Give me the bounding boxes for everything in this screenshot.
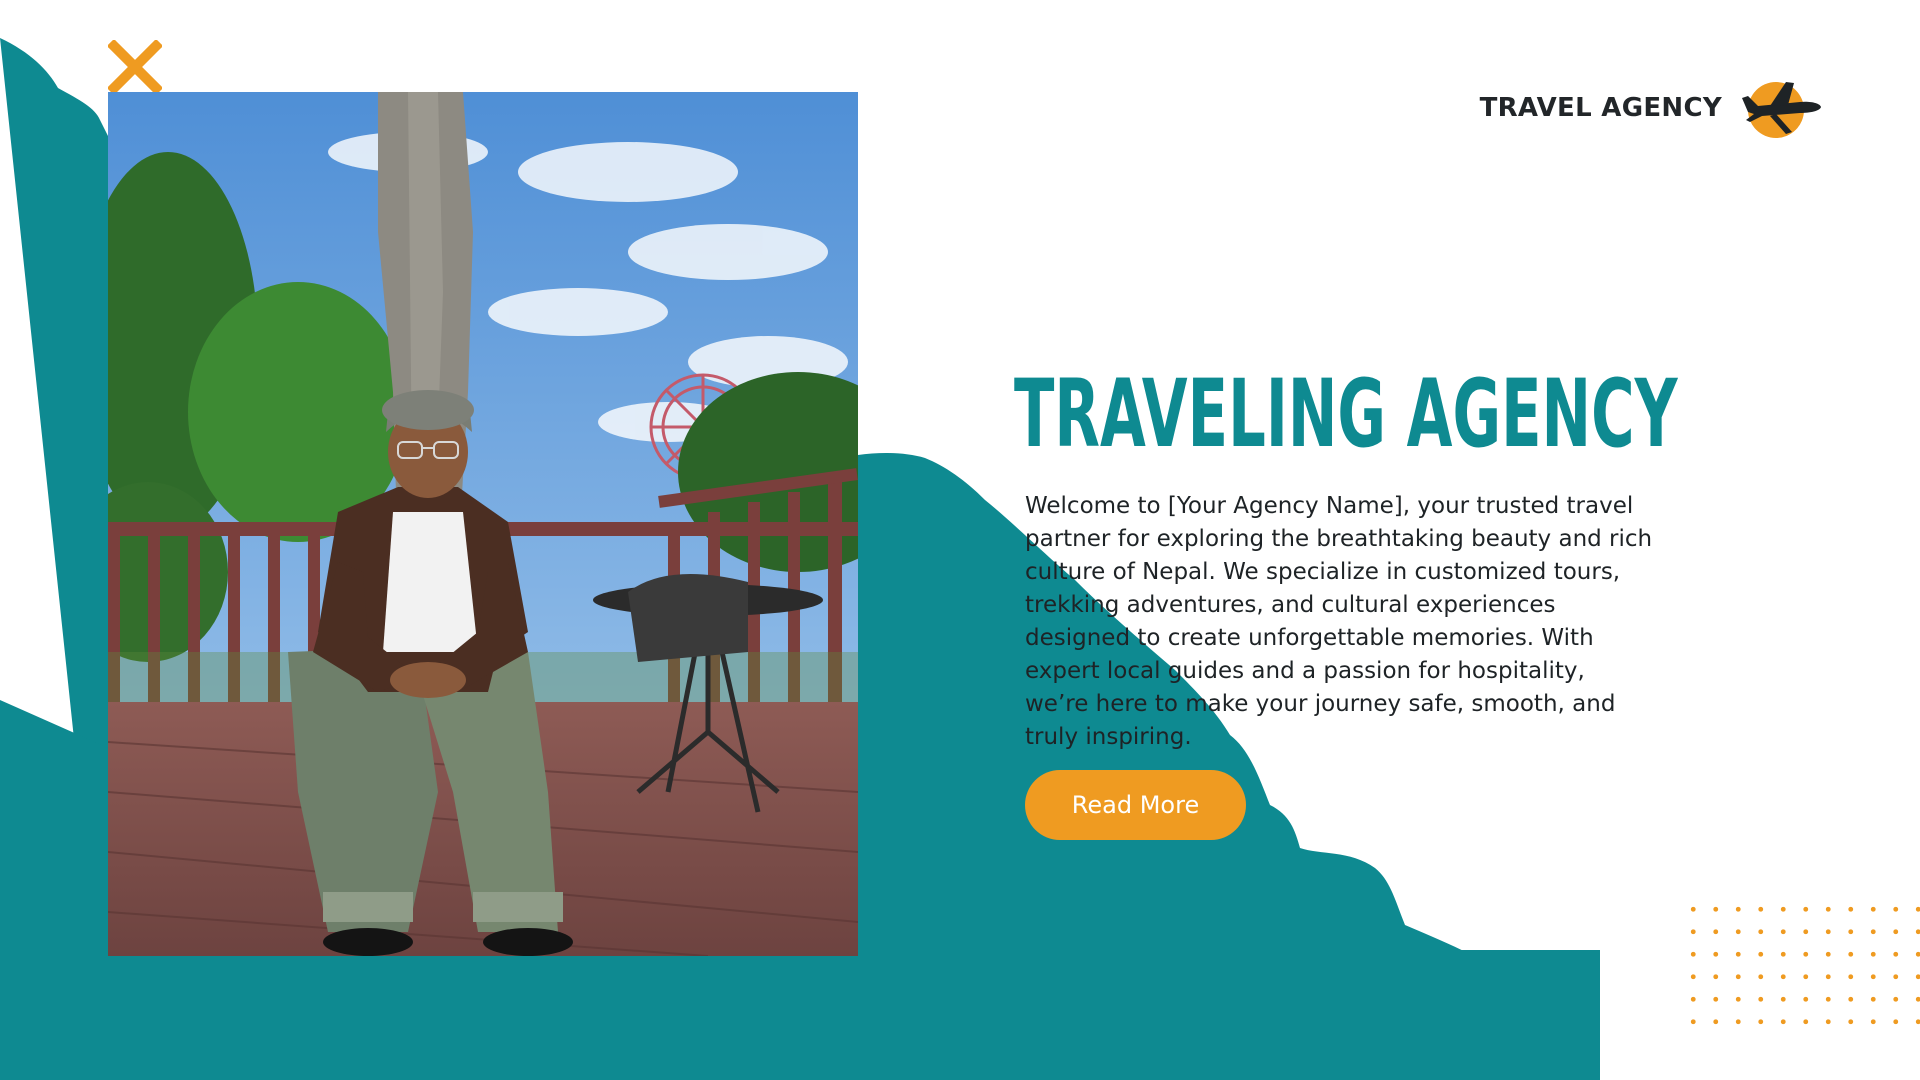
brand-header[interactable]: TRAVEL AGENCY bbox=[1480, 76, 1822, 140]
hero-description: Welcome to [Your Agency Name], your trus… bbox=[1025, 493, 1653, 750]
brand-label: TRAVEL AGENCY bbox=[1479, 93, 1722, 123]
hero-photo bbox=[108, 92, 858, 956]
page-title: TRAVELING AGENCY bbox=[1014, 360, 1678, 469]
dot-grid-pattern bbox=[1682, 898, 1920, 1038]
read-more-button[interactable]: Read More bbox=[1025, 770, 1246, 840]
airplane-icon bbox=[1742, 82, 1821, 138]
close-x-icon bbox=[108, 40, 162, 94]
